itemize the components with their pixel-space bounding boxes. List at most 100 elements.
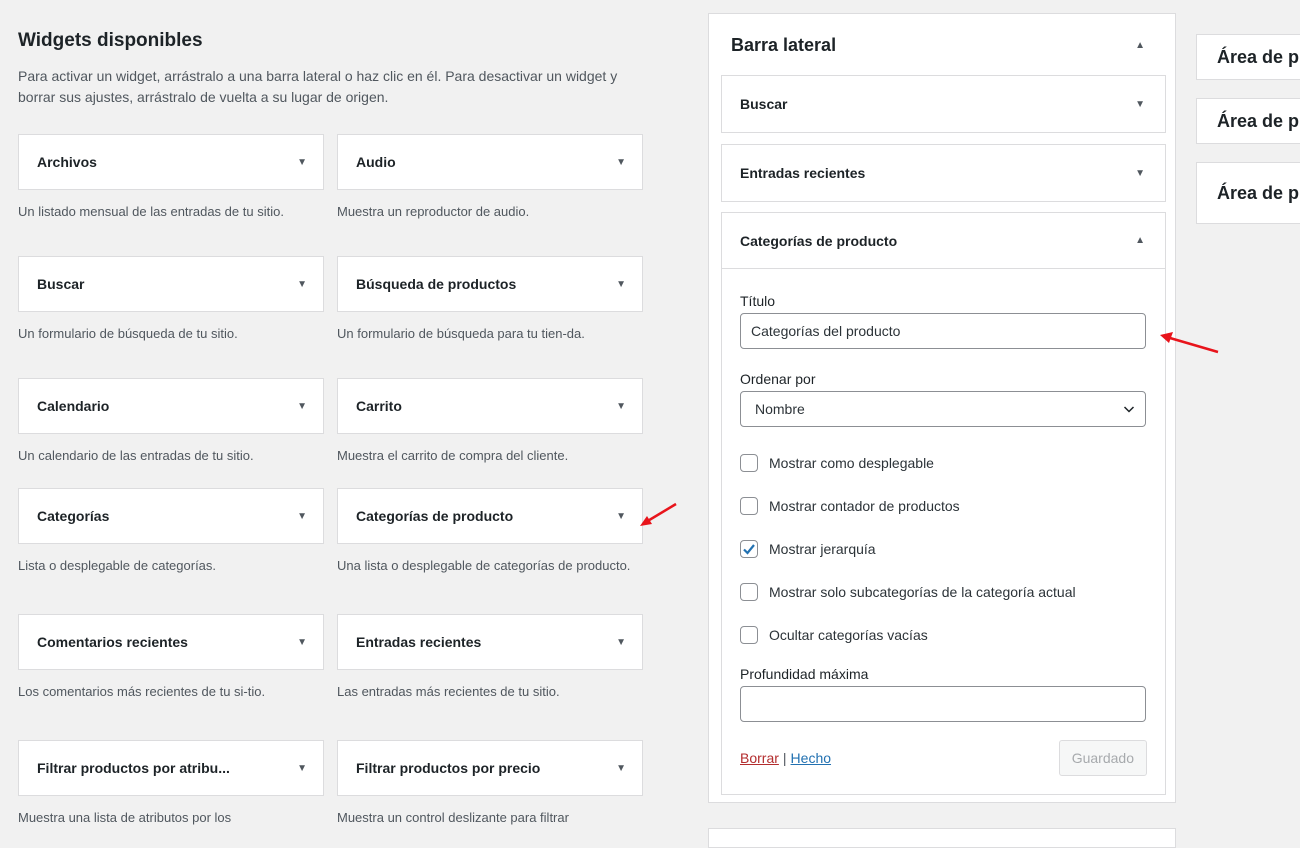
widget-settings-form: Título Categorías del producto Ordenar p… — [722, 269, 1165, 794]
widget-links: Borrar | Hecho — [740, 750, 831, 766]
caret-down-icon[interactable]: ▼ — [616, 401, 626, 412]
widget-item-comentarios-recientes: Comentarios recientes ▼ Los comentarios … — [18, 614, 324, 701]
widget-entradas-recientes-header[interactable]: Entradas recientes ▼ — [337, 614, 643, 670]
checkbox[interactable] — [740, 626, 758, 644]
sidebar-header[interactable]: Barra lateral ▲ — [709, 14, 1175, 76]
widget-area-title: Área de p — [1217, 46, 1300, 67]
order-select-value: Nombre — [755, 401, 805, 417]
sidebar-widget-categorias-producto-header[interactable]: Categorías de producto ▲ — [722, 213, 1165, 269]
widget-area-2[interactable]: Área de p — [1196, 98, 1300, 144]
widget-carrito-header[interactable]: Carrito ▼ — [337, 378, 643, 434]
widget-comentarios-recientes-header[interactable]: Comentarios recientes ▼ — [18, 614, 324, 670]
caret-down-icon[interactable]: ▼ — [297, 763, 307, 774]
widget-title: Categorías de producto — [356, 508, 514, 524]
sidebar-panel: Barra lateral ▲ Buscar ▼ Entradas recien… — [708, 13, 1176, 803]
checkbox-checked[interactable] — [740, 540, 758, 558]
checkbox[interactable] — [740, 497, 758, 515]
widget-area-3[interactable]: Área de p — [1196, 162, 1300, 224]
widget-description: Un calendario de las entradas de tu siti… — [18, 448, 254, 463]
widget-item-entradas-recientes: Entradas recientes ▼ Las entradas más re… — [337, 614, 643, 701]
caret-down-icon[interactable]: ▼ — [616, 763, 626, 774]
sidebar-widget-categorias-producto: Categorías de producto ▲ Título Categorí… — [721, 212, 1166, 795]
widget-archivos-header[interactable]: Archivos ▼ — [18, 134, 324, 190]
caret-down-icon[interactable]: ▼ — [297, 279, 307, 290]
caret-down-icon[interactable]: ▼ — [297, 401, 307, 412]
title-input[interactable]: Categorías del producto — [740, 313, 1146, 349]
option-label: Mostrar jerarquía — [769, 541, 876, 557]
option-only-children[interactable]: Mostrar solo subcategorías de la categor… — [740, 582, 1147, 602]
option-count[interactable]: Mostrar contador de productos — [740, 496, 1147, 516]
widget-title: Calendario — [37, 398, 110, 414]
sidebar-widget-entradas-recientes: Entradas recientes ▼ — [721, 144, 1166, 202]
done-link[interactable]: Hecho — [791, 750, 831, 766]
order-select[interactable]: Nombre — [740, 391, 1146, 427]
widget-description: Un formulario de búsqueda para tu tien-d… — [337, 326, 585, 341]
option-label: Mostrar solo subcategorías de la categor… — [769, 584, 1076, 600]
widget-description: Muestra una lista de atributos por los — [18, 810, 232, 825]
order-label: Ordenar por — [740, 371, 816, 387]
widget-title: Archivos — [37, 154, 97, 170]
widget-title: Carrito — [356, 398, 402, 414]
checkbox[interactable] — [740, 454, 758, 472]
widget-description: Muestra un reproductor de audio. — [337, 204, 530, 219]
widget-item-filtrar-precio: Filtrar productos por precio ▼ Muestra u… — [337, 740, 643, 827]
widget-busqueda-productos-header[interactable]: Búsqueda de productos ▼ — [337, 256, 643, 312]
widget-item-calendario: Calendario ▼ Un calendario de las entrad… — [18, 378, 324, 465]
widget-categorias-producto-header[interactable]: Categorías de producto ▼ — [337, 488, 643, 544]
widget-item-archivos: Archivos ▼ Un listado mensual de las ent… — [18, 134, 324, 221]
widget-description: Lista o desplegable de categorías. — [18, 558, 217, 573]
widget-calendario-header[interactable]: Calendario ▼ — [18, 378, 324, 434]
sidebar-widget-title: Buscar — [740, 96, 788, 112]
delete-link[interactable]: Borrar — [740, 750, 779, 766]
sidebar-widget-buscar: Buscar ▼ — [721, 75, 1166, 133]
caret-up-icon[interactable]: ▲ — [1135, 235, 1145, 246]
widget-title: Filtrar productos por precio — [356, 760, 541, 776]
option-dropdown[interactable]: Mostrar como desplegable — [740, 453, 1147, 473]
link-separator: | — [782, 750, 787, 766]
caret-down-icon[interactable]: ▼ — [616, 279, 626, 290]
depth-label: Profundidad máxima — [740, 666, 869, 682]
caret-down-icon[interactable]: ▼ — [297, 157, 307, 168]
widget-item-busqueda-productos: Búsqueda de productos ▼ Un formulario de… — [337, 256, 643, 343]
available-widgets-description: Para activar un widget, arrástralo a una… — [18, 68, 618, 105]
widget-title: Entradas recientes — [356, 634, 482, 650]
caret-down-icon[interactable]: ▼ — [616, 637, 626, 648]
caret-down-icon[interactable]: ▼ — [616, 511, 626, 522]
widget-title: Filtrar productos por atribu... — [37, 760, 230, 776]
caret-down-icon[interactable]: ▼ — [1135, 99, 1145, 110]
sidebar-title: Barra lateral — [731, 34, 837, 55]
option-hierarchy[interactable]: Mostrar jerarquía — [740, 539, 1147, 559]
widget-categorias-header[interactable]: Categorías ▼ — [18, 488, 324, 544]
save-button[interactable]: Guardado — [1058, 740, 1147, 776]
widget-item-audio: Audio ▼ Muestra un reproductor de audio. — [337, 134, 643, 221]
sidebar-widget-entradas-recientes-header[interactable]: Entradas recientes ▼ — [722, 145, 1165, 201]
caret-up-icon[interactable]: ▲ — [1135, 40, 1145, 51]
widget-title: Categorías — [37, 508, 110, 524]
option-hide-empty[interactable]: Ocultar categorías vacías — [740, 625, 1147, 645]
widget-area-title: Área de p — [1217, 110, 1300, 131]
caret-down-icon[interactable]: ▼ — [297, 511, 307, 522]
caret-down-icon[interactable]: ▼ — [616, 157, 626, 168]
sidebar-widget-title: Categorías de producto — [740, 232, 898, 249]
option-label: Mostrar contador de productos — [769, 498, 960, 514]
widget-filtrar-precio-header[interactable]: Filtrar productos por precio ▼ — [337, 740, 643, 796]
widget-title: Audio — [356, 154, 396, 170]
widget-description: Las entradas más recientes de tu sitio. — [337, 684, 560, 699]
widget-item-buscar: Buscar ▼ Un formulario de búsqueda de tu… — [18, 256, 324, 343]
checkbox[interactable] — [740, 583, 758, 601]
widget-filtrar-atributo-header[interactable]: Filtrar productos por atribu... ▼ — [18, 740, 324, 796]
caret-down-icon[interactable]: ▼ — [1135, 168, 1145, 179]
widget-title: Búsqueda de productos — [356, 276, 517, 292]
sidebar-widget-title: Entradas recientes — [740, 165, 866, 181]
widget-area-1[interactable]: Área de p — [1196, 34, 1300, 80]
option-label: Ocultar categorías vacías — [769, 627, 928, 643]
caret-down-icon[interactable]: ▼ — [297, 637, 307, 648]
widget-description: Los comentarios más recientes de tu si-t… — [18, 684, 266, 699]
widget-buscar-header[interactable]: Buscar ▼ — [18, 256, 324, 312]
widget-audio-header[interactable]: Audio ▼ — [337, 134, 643, 190]
available-widgets-title: Widgets disponibles — [18, 30, 203, 51]
depth-input[interactable] — [740, 686, 1146, 722]
widget-description: Muestra el carrito de compra del cliente… — [337, 448, 569, 463]
available-widgets: Widgets disponibles Para activar un widg… — [18, 30, 646, 825]
sidebar-widget-buscar-header[interactable]: Buscar ▼ — [722, 76, 1165, 132]
